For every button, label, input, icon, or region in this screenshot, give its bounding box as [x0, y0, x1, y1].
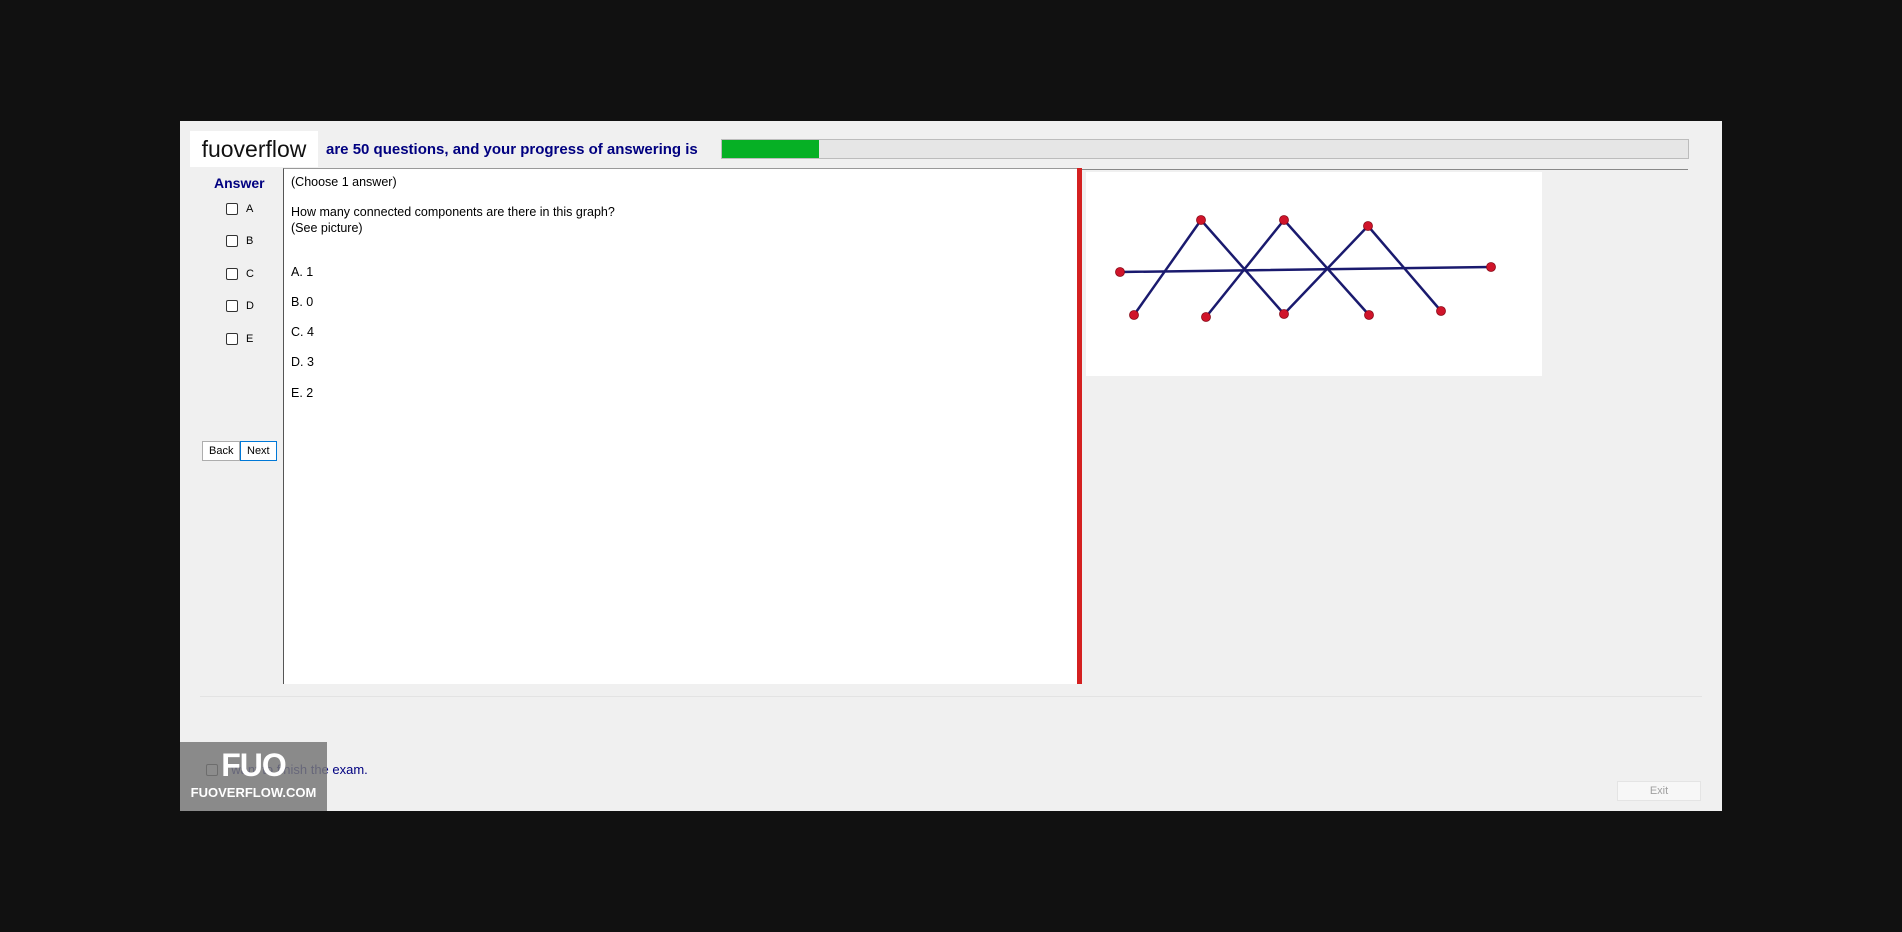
graph-vertex — [1364, 310, 1374, 320]
graph-vertex — [1486, 262, 1496, 272]
checkbox-e[interactable] — [226, 333, 238, 345]
checkbox-c[interactable] — [226, 268, 238, 280]
answer-option-label: B — [246, 235, 254, 247]
checkbox-b[interactable] — [226, 235, 238, 247]
graph-vertex — [1115, 267, 1125, 277]
graph-vertex — [1436, 306, 1446, 316]
exam-window: fuoverflow are 50 questions, and your pr… — [180, 121, 1722, 811]
graph-edge — [1132, 218, 1203, 317]
graph-vertex — [1196, 215, 1206, 225]
choice-e: E. 2 — [291, 386, 314, 400]
watermark-logo: FUO — [221, 747, 287, 783]
next-button[interactable]: Next — [240, 441, 277, 461]
progress-fill — [722, 140, 819, 158]
answer-option-a[interactable]: A — [226, 201, 253, 217]
answer-option-label: D — [246, 300, 254, 312]
graph-drawing — [1115, 215, 1496, 322]
question-panel: (Choose 1 answer) How many connected com… — [283, 168, 1077, 684]
progress-bar — [721, 139, 1689, 159]
answer-option-c[interactable]: C — [226, 266, 254, 282]
site-logo: fuoverflow — [190, 131, 318, 167]
checkbox-d[interactable] — [226, 300, 238, 312]
question-text: How many connected components are there … — [291, 205, 615, 219]
watermark-badge: FUO FUOVERFLOW.COM — [180, 742, 327, 811]
graph-vertex — [1279, 309, 1289, 319]
choice-d: D. 3 — [291, 355, 314, 369]
picture-panel — [1082, 169, 1688, 684]
answer-panel: Answer A B C D E Back Next — [200, 169, 282, 549]
graph-edge — [1118, 265, 1493, 274]
answer-title: Answer — [214, 175, 265, 191]
question-graph-image — [1086, 172, 1542, 376]
graph-vertex — [1363, 221, 1373, 231]
question-note: (See picture) — [291, 221, 363, 235]
watermark-text: FUOVERFLOW.COM — [190, 785, 317, 800]
answer-option-label: A — [246, 203, 254, 215]
back-button[interactable]: Back — [202, 441, 241, 461]
exit-button[interactable]: Exit — [1617, 781, 1701, 801]
checkbox-a[interactable] — [226, 203, 238, 215]
answer-option-e[interactable]: E — [226, 331, 253, 347]
graph-vertex — [1129, 310, 1139, 320]
choice-b: B. 0 — [291, 295, 314, 309]
answer-option-label: E — [246, 333, 254, 345]
group-divider — [200, 696, 1702, 697]
question-instruction: (Choose 1 answer) — [291, 175, 397, 189]
choice-c: C. 4 — [291, 325, 314, 339]
answer-option-d[interactable]: D — [226, 298, 254, 314]
graph-vertex — [1201, 312, 1211, 322]
answer-option-label: C — [246, 268, 254, 280]
progress-label: are 50 questions, and your progress of a… — [326, 141, 698, 158]
choice-a: A. 1 — [291, 265, 314, 279]
graph-vertex — [1279, 215, 1289, 225]
answer-option-b[interactable]: B — [226, 233, 253, 249]
